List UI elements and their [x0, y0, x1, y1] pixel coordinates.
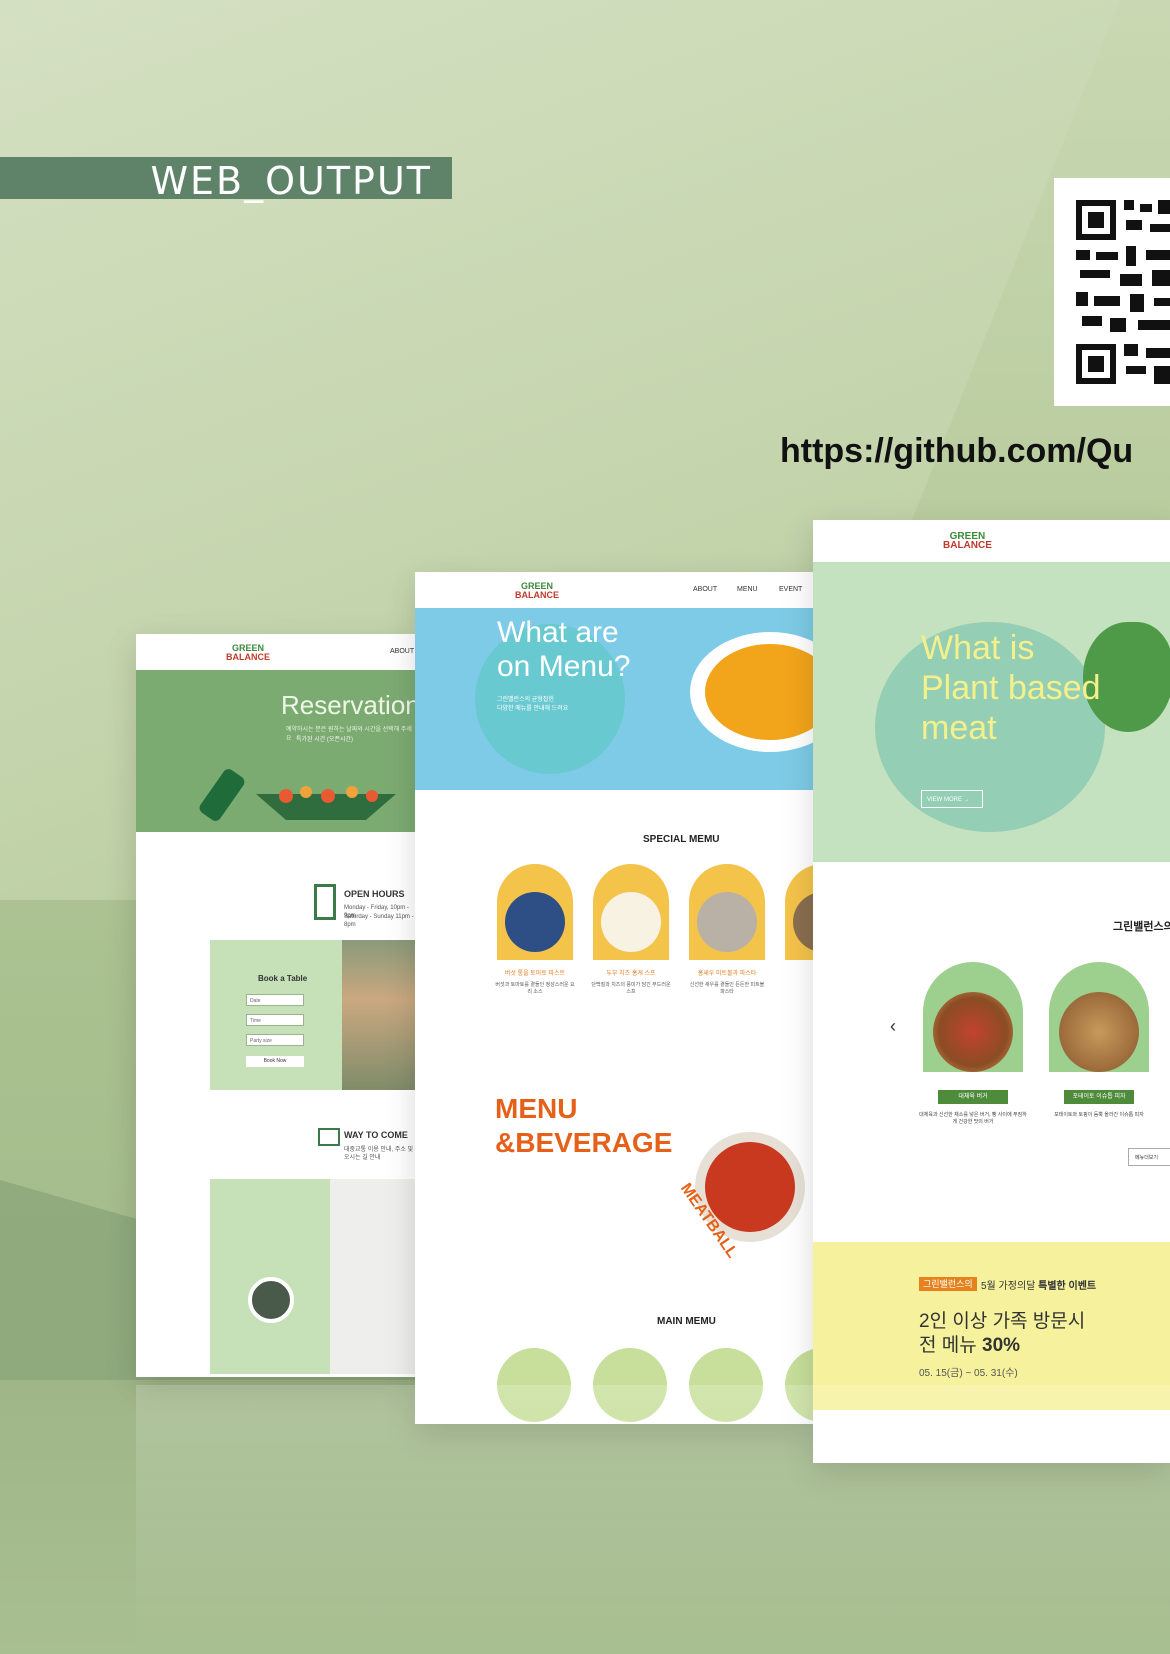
way-to-come-title: WAY TO COME — [344, 1130, 408, 1140]
menu-more-button[interactable]: 메뉴더보기 — [1128, 1148, 1170, 1166]
reservation-subtitle-2: 특가된 시간 (오픈시간) — [296, 737, 354, 743]
special-label-2: 두부 치즈 홍게 스프 — [606, 971, 656, 977]
nav-menu[interactable]: MENU — [737, 586, 758, 593]
main-menu-title: MAIN MEMU — [657, 1316, 716, 1327]
burger-tag: 대체육 버거 — [938, 1090, 1008, 1104]
pizza-desc: 포테이토와 토핑이 듬뿍 올라간 이슈톱 피자 — [1054, 1112, 1144, 1118]
event-headline: 5월 가정의달 특별한 이벤트 — [981, 1281, 1097, 1292]
qr-pattern — [1076, 200, 1170, 384]
github-url[interactable]: https://github.com/Qu — [780, 432, 1133, 471]
signature-section-title: 그린밸런스의 — [1113, 921, 1170, 933]
plate-icon — [248, 1277, 294, 1323]
plate-panel — [210, 1179, 330, 1374]
customer-photo — [342, 940, 416, 1090]
map-icon — [318, 1128, 340, 1146]
special-card-1[interactable] — [497, 864, 573, 960]
location-map[interactable] — [330, 1179, 416, 1374]
special-card-3[interactable] — [689, 864, 765, 960]
pizza-tag: 포테이토 이슈톱 피자 — [1064, 1090, 1134, 1104]
menu-hero-title: What are on Menu? — [497, 616, 631, 683]
burger-desc: 대체육과 신선한 채소를 넣은 버거, 빵 사이에 푸짐하게 건강한 맛의 버거 — [919, 1112, 1027, 1125]
section-label: WEB_OUTPUT — [0, 157, 452, 203]
logo[interactable]: GREEN BALANCE — [943, 532, 992, 551]
nav-about[interactable]: ABOUT — [390, 648, 414, 655]
pizza-card[interactable] — [1049, 962, 1149, 1072]
special-label-3: 홍새우 미트볼과 파스타 — [697, 971, 757, 977]
special-label-1: 버섯 통을 토마토 파스트 — [504, 971, 566, 977]
nav-bar: GREEN BALANCE ABOUT MENU EVENT — [415, 572, 815, 608]
special-card-2[interactable] — [593, 864, 669, 960]
prev-arrow-icon[interactable]: ‹ — [890, 1016, 896, 1037]
menu-beverage-title: MENU &BEVERAGE — [495, 1093, 673, 1158]
menu-page-mockup: GREEN BALANCE ABOUT MENU EVENT What are o… — [415, 572, 815, 1424]
special-card-4[interactable] — [785, 864, 815, 960]
nav-bar: GREEN BALANCE ABOUT — [136, 634, 416, 670]
time-field[interactable]: Time — [246, 1014, 304, 1026]
logo[interactable]: GREEN BALANCE — [226, 644, 270, 662]
salad-illustration — [256, 786, 396, 820]
qr-code — [1054, 178, 1170, 406]
event-date: 05. 15(금) ~ 05. 31(수) — [919, 1368, 1018, 1379]
home-page-mockup: GREEN BALANCE What is Plant based meat VI… — [813, 520, 1170, 1463]
reservation-title: Reservation — [281, 690, 416, 720]
party-size-field[interactable]: Party size — [246, 1034, 304, 1046]
event-offer: 2인 이상 가족 방문시 전 메뉴 30% — [919, 1311, 1086, 1356]
door-icon — [314, 884, 336, 920]
way-to-come-text: 대중교통 이용 안내, 주소 및 오시는 길 안내 — [344, 1147, 414, 1161]
special-desc-2: 단백질과 치즈의 풍미가 담긴 부드러운 스프 — [591, 982, 671, 995]
logo[interactable]: GREEN BALANCE — [515, 582, 559, 600]
home-hero-title: What is Plant based meat — [921, 629, 1101, 747]
reservation-page-mockup: GREEN BALANCE ABOUT Reservation 예약하시는 분은 … — [136, 634, 416, 1377]
special-desc-3: 신선한 새우를 곁들인 든든한 미트볼 파스타 — [689, 982, 765, 995]
section-label-text: WEB_OUTPUT — [150, 159, 432, 203]
nav-about[interactable]: ABOUT — [693, 586, 717, 593]
open-hours-line-2: Saturday - Sunday 11pm - 8pm — [344, 914, 414, 928]
special-desc-1: 버섯과 토마토를 곁들인 정성스러운 요리 소스 — [495, 982, 575, 995]
book-now-button[interactable]: Book Now — [246, 1056, 304, 1067]
booking-form: Book a Table Date Time Party size Book N… — [210, 940, 416, 1090]
special-menu-title: SPECIAL MEMU — [643, 834, 720, 845]
event-tag: 그린밸런스의 — [919, 1277, 977, 1291]
menu-hero-subtitle: 그린밸런스의 균형잡힌 다양한 메뉴를 안내해 드려요 — [497, 697, 569, 712]
booking-title: Book a Table — [258, 974, 308, 983]
nav-bar: GREEN BALANCE — [813, 520, 1170, 562]
date-field[interactable]: Date — [246, 994, 304, 1006]
burger-card[interactable] — [923, 962, 1023, 1072]
meatball-image — [705, 1142, 795, 1232]
floor-reflection — [136, 1385, 1170, 1654]
view-more-button[interactable]: VIEW MORE → — [921, 790, 983, 808]
open-hours-title: OPEN HOURS — [344, 889, 405, 899]
nav-event[interactable]: EVENT — [779, 586, 802, 593]
